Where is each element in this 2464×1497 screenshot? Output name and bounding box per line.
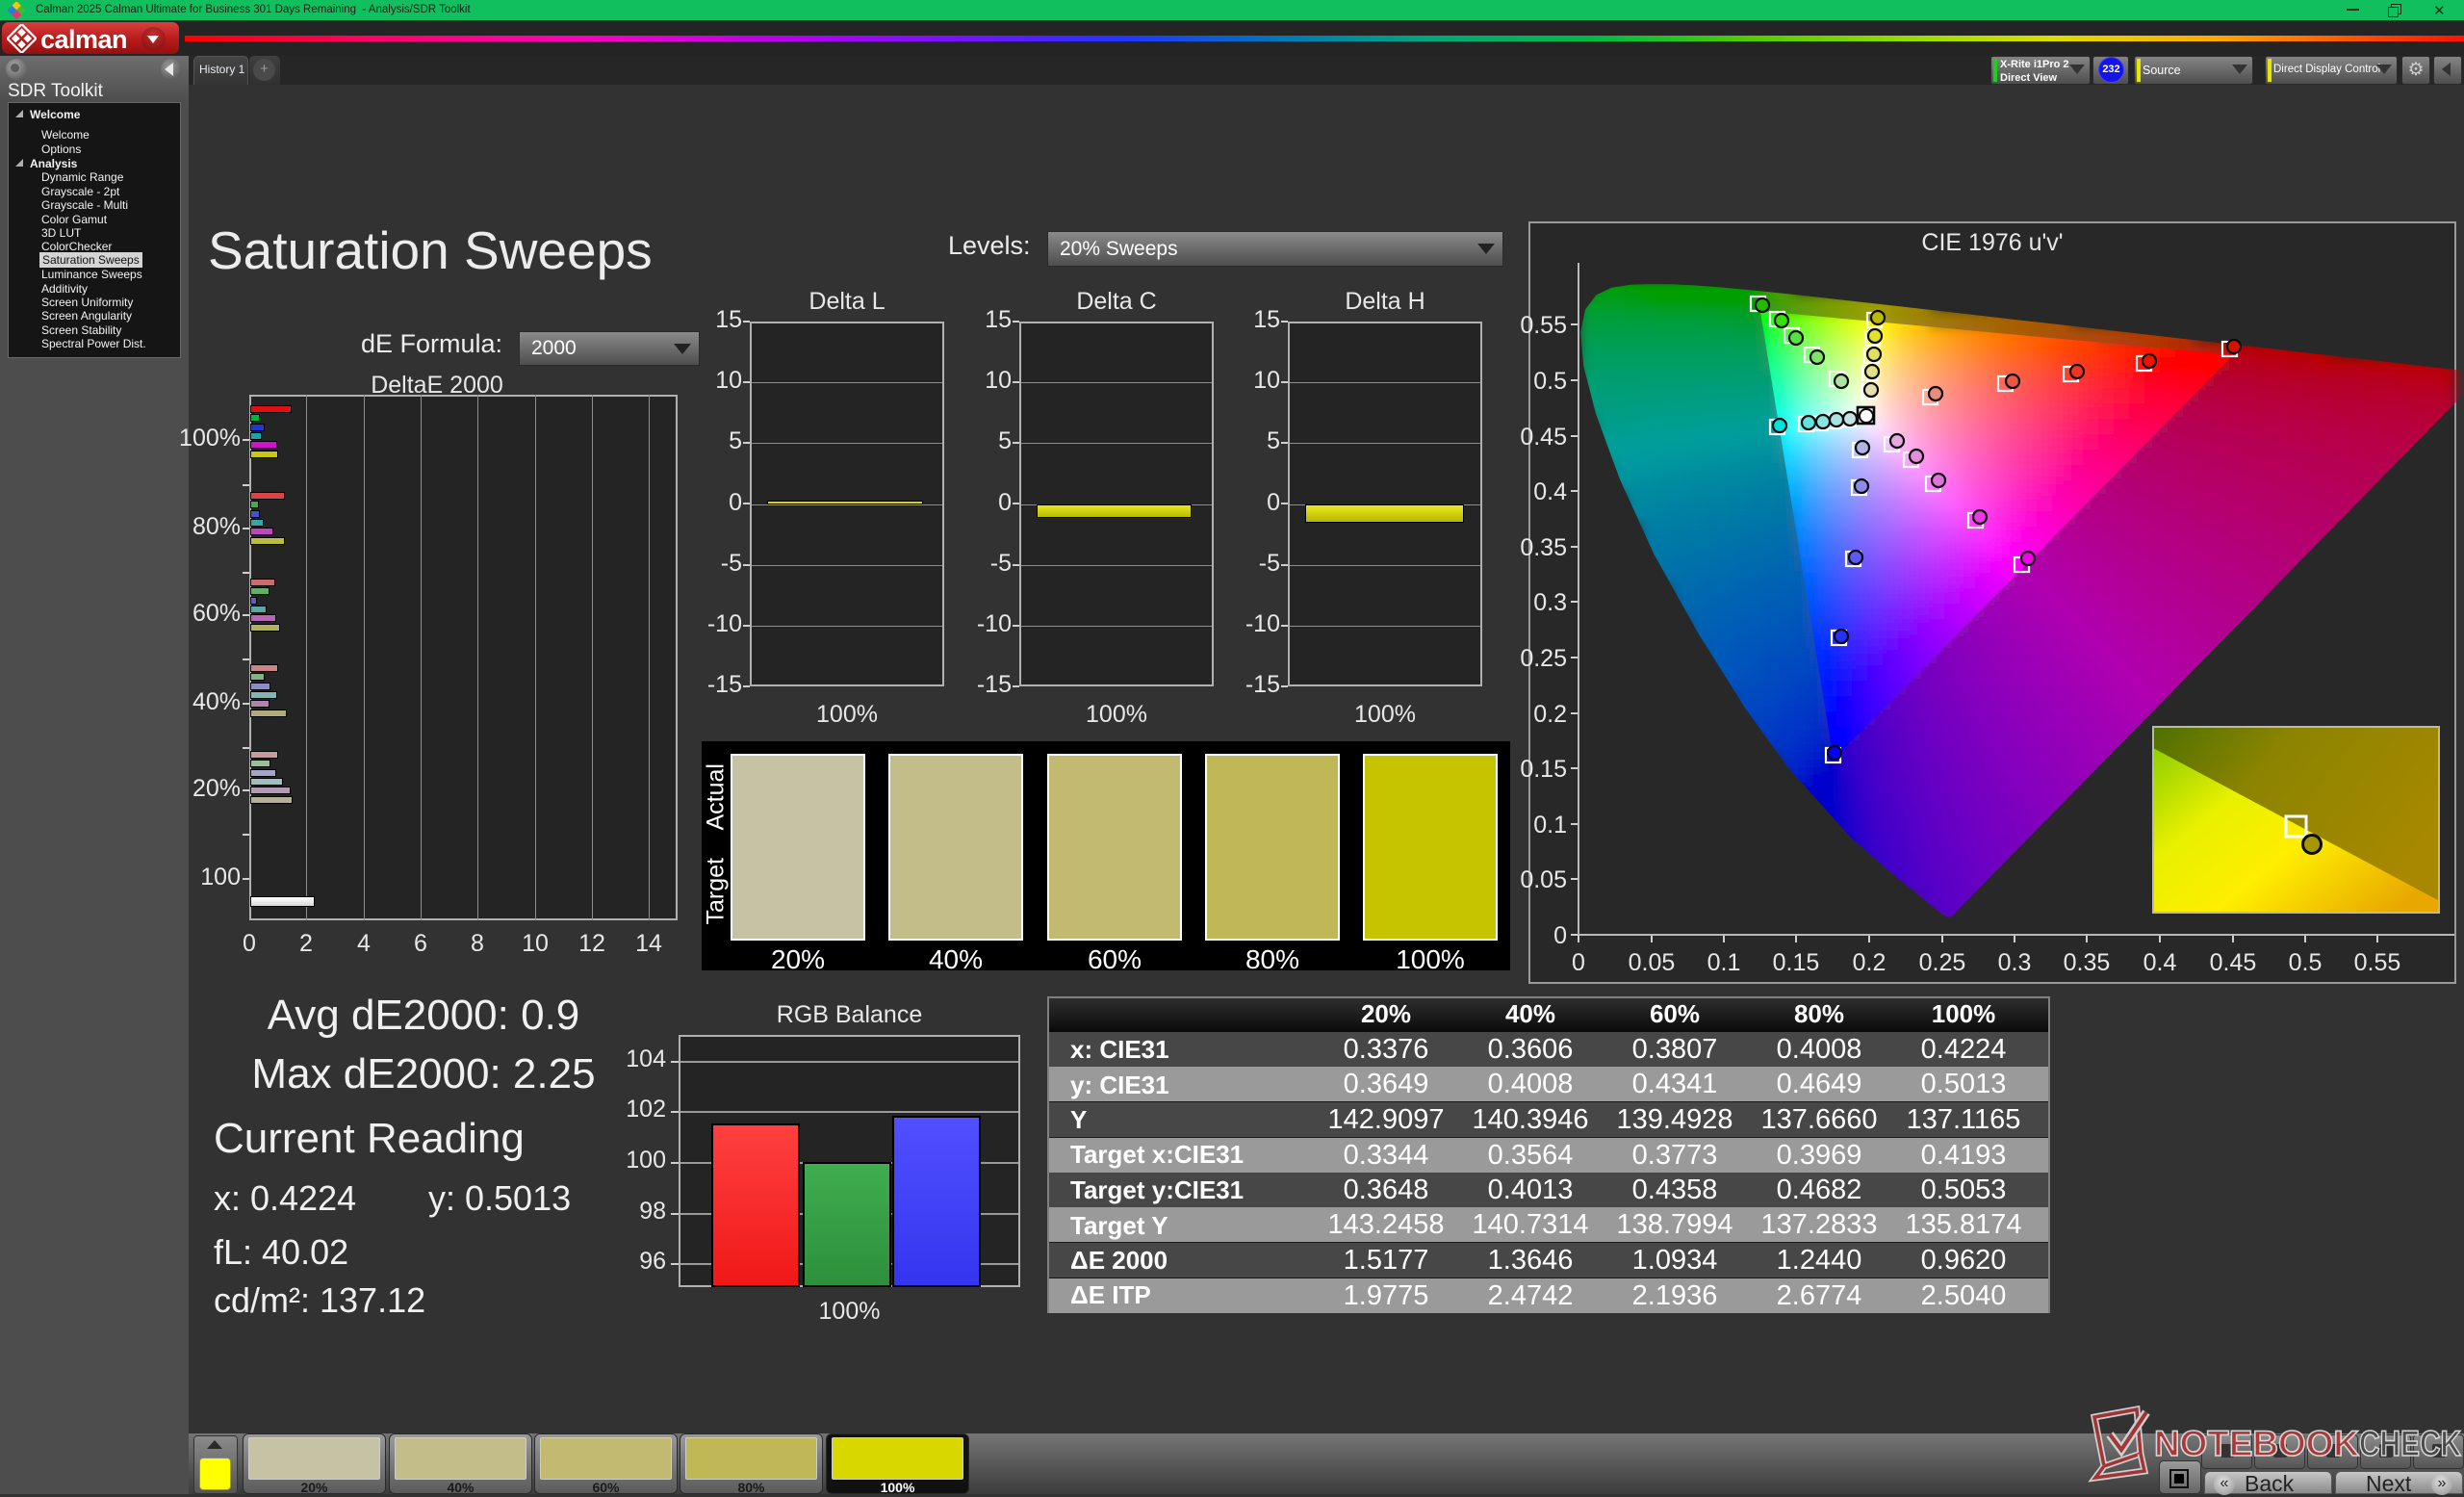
svg-text:0.55: 0.55 bbox=[1520, 312, 1567, 339]
svg-text:0.3: 0.3 bbox=[1998, 949, 2032, 976]
svg-text:0: 0 bbox=[1572, 949, 1585, 976]
svg-text:0.2: 0.2 bbox=[1853, 949, 1886, 976]
svg-text:0.45: 0.45 bbox=[2210, 949, 2257, 976]
svg-text:0.5: 0.5 bbox=[1533, 368, 1567, 395]
svg-text:0.05: 0.05 bbox=[1629, 949, 1676, 976]
svg-text:0.4: 0.4 bbox=[1533, 478, 1567, 505]
svg-text:0.25: 0.25 bbox=[1919, 949, 1966, 976]
svg-text:0.35: 0.35 bbox=[1520, 534, 1567, 561]
svg-text:0.3: 0.3 bbox=[1533, 589, 1567, 616]
svg-text:0.55: 0.55 bbox=[2354, 949, 2401, 976]
svg-text:0.2: 0.2 bbox=[1533, 701, 1567, 728]
svg-text:CIE 1976 u'v': CIE 1976 u'v' bbox=[1921, 229, 2063, 256]
svg-text:0.15: 0.15 bbox=[1520, 756, 1567, 783]
svg-text:CHECK: CHECK bbox=[2359, 1424, 2461, 1463]
svg-text:0.45: 0.45 bbox=[1520, 424, 1567, 451]
svg-text:0.25: 0.25 bbox=[1520, 645, 1567, 672]
svg-text:0.05: 0.05 bbox=[1520, 866, 1567, 893]
svg-text:0.4: 0.4 bbox=[2143, 949, 2177, 976]
svg-text:0.1: 0.1 bbox=[1707, 949, 1741, 976]
svg-text:0.35: 0.35 bbox=[2064, 949, 2111, 976]
svg-text:0.15: 0.15 bbox=[1773, 949, 1820, 976]
svg-text:NOTEBOOK: NOTEBOOK bbox=[2154, 1424, 2359, 1463]
svg-text:0.1: 0.1 bbox=[1533, 812, 1567, 839]
svg-text:0: 0 bbox=[1553, 922, 1567, 949]
svg-text:0.5: 0.5 bbox=[2289, 949, 2323, 976]
